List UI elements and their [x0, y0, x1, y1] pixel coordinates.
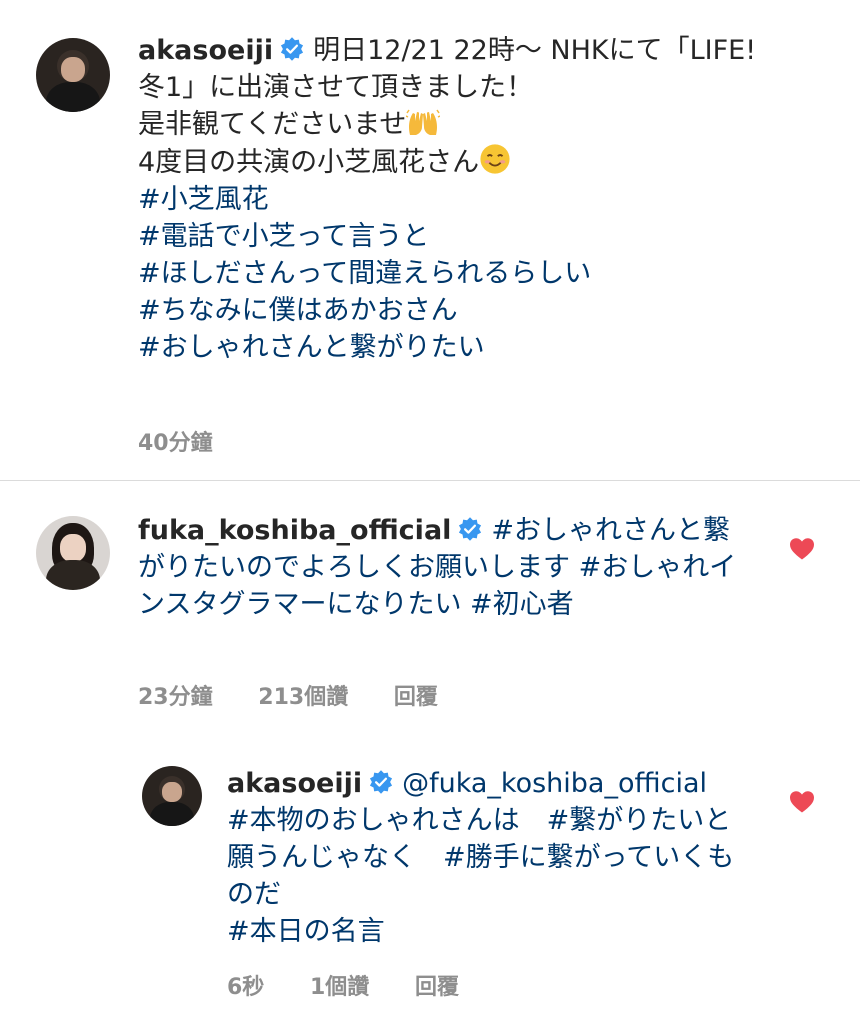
caption-line3: 4度目の共演の小芝風花さん [138, 147, 480, 178]
caption-avatar[interactable] [36, 38, 110, 112]
raising-hands-emoji-icon [406, 109, 441, 135]
reply-reply-button[interactable]: 回覆 [415, 975, 459, 1000]
reply-body[interactable]: #本物のおしゃれさんは #繋がりたいと願うんじゃなく #勝手に繋がっていくものだ [227, 805, 734, 910]
hashtag-link[interactable]: #電話で小芝って言うと [138, 221, 429, 252]
reply-username[interactable]: akasoeiji [227, 768, 362, 799]
caption-username[interactable]: akasoeiji [138, 35, 273, 66]
hashtag-link[interactable]: #ちなみに僕はあかおさん [138, 295, 458, 326]
verified-badge-icon [370, 770, 393, 794]
reply-timestamp: 6秒 [227, 975, 265, 1000]
reply-like-heart-icon[interactable] [789, 790, 815, 814]
reply-avatar[interactable] [142, 766, 202, 826]
verified-badge-icon [459, 517, 482, 541]
hashtag-link[interactable]: #おしゃれさんと繋がりたい [138, 332, 485, 363]
comment-username[interactable]: fuka_koshiba_official [138, 515, 451, 546]
hashtag-link[interactable]: #小芝風花 [138, 184, 269, 215]
comment-reply-button[interactable]: 回覆 [394, 685, 438, 710]
comment-like-count[interactable]: 213個讚 [258, 685, 348, 710]
comment-like-heart-icon[interactable] [789, 537, 815, 561]
caption-timestamp: 40分鐘 [138, 431, 213, 456]
comment-timestamp: 23分鐘 [138, 685, 213, 710]
reply-text: akasoeiji @fuka_koshiba_official #本物のおしゃ… [227, 765, 757, 950]
reply-meta: 6秒 1個讚 回覆 [227, 969, 497, 1001]
caption-line2: 是非観てくださいませ [138, 109, 407, 140]
hashtag-link[interactable]: #本日の名言 [227, 916, 385, 947]
comment-avatar[interactable] [36, 516, 110, 590]
caption-meta: 40分鐘 [138, 425, 251, 457]
comment-meta: 23分鐘 213個讚 回覆 [138, 679, 476, 711]
reply-like-count[interactable]: 1個讚 [310, 975, 369, 1000]
comments-page: akasoeiji 明日12/21 22時〜 NHKにて「LIFE! 冬1」に出… [0, 0, 860, 1024]
verified-badge-icon [281, 37, 304, 61]
reply-mention[interactable]: @fuka_koshiba_official [402, 768, 707, 799]
smiling-face-emoji-icon [480, 144, 510, 174]
hashtag-link[interactable]: #ほしださんって間違えられるらしい [138, 258, 591, 289]
comment-text: fuka_koshiba_official #おしゃれさんと繋がりたいのでよろし… [138, 512, 754, 623]
caption-text: akasoeiji 明日12/21 22時〜 NHKにて「LIFE! 冬1」に出… [138, 32, 778, 366]
divider [0, 480, 860, 481]
